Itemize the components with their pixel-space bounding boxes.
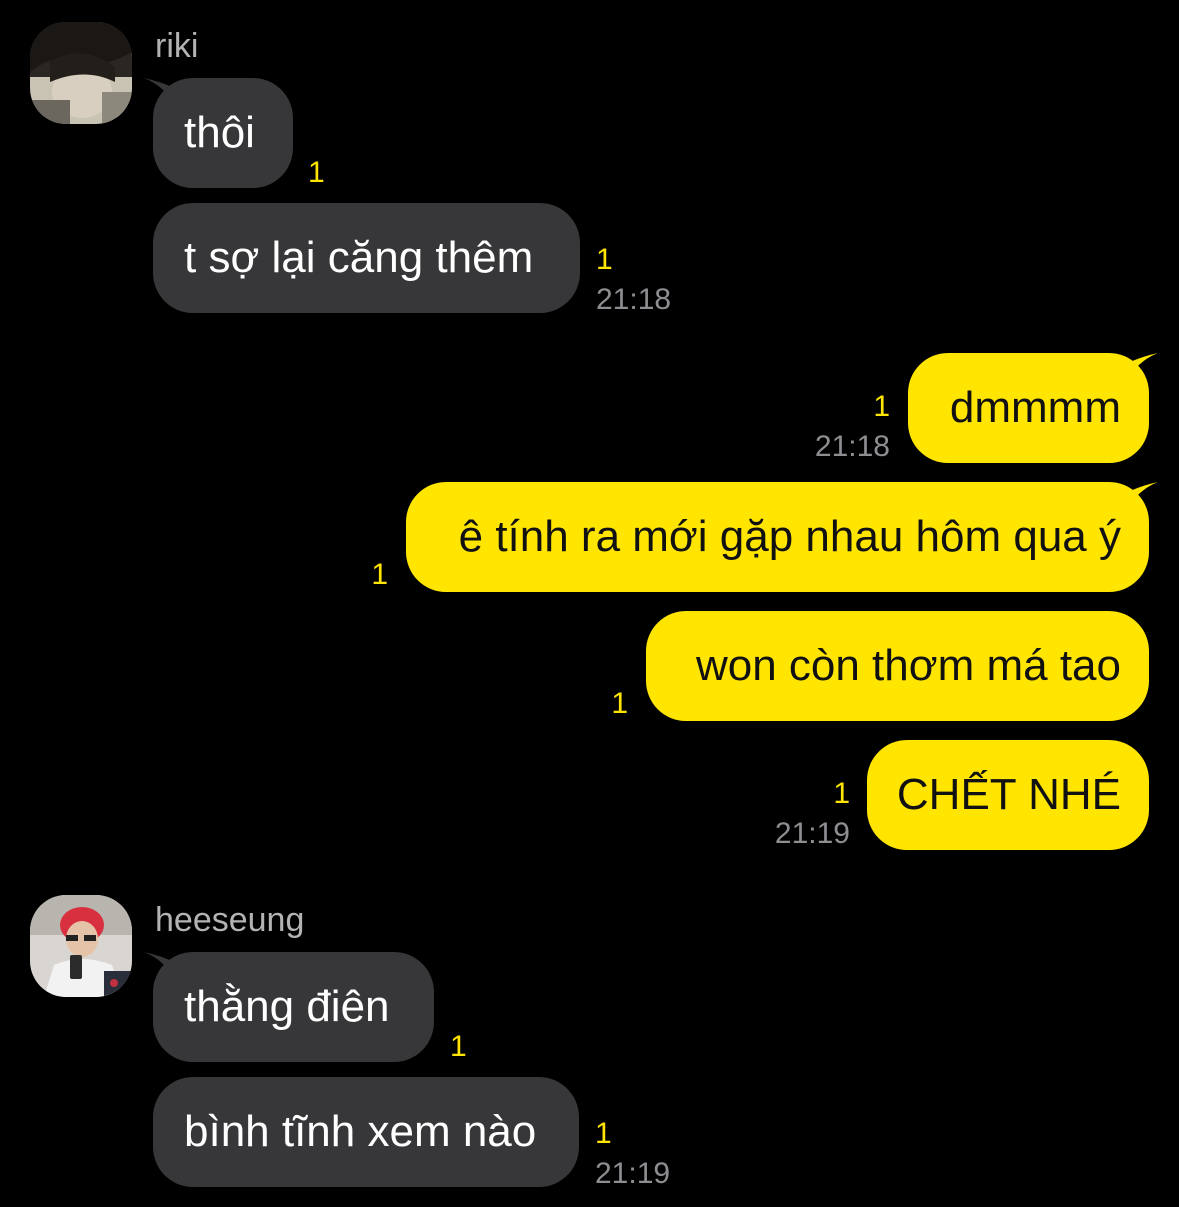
message-time: 21:18 [814,430,890,463]
message-bubble[interactable]: bình tĩnh xem nào [153,1077,579,1187]
avatar-heeseung[interactable] [30,895,132,997]
unread-count: 1 [595,1117,612,1150]
unread-count: 1 [450,1030,467,1063]
message-bubble[interactable]: t sợ lại căng thêm [153,203,580,313]
sender-name: heeseung [155,901,305,939]
avatar-riki[interactable] [30,22,132,124]
message-bubble[interactable]: thằng điên [153,952,434,1062]
unread-count: 1 [596,243,613,276]
message-time: 21:19 [774,817,850,850]
unread-count: 1 [873,390,890,423]
message-bubble[interactable]: won còn thơm má tao [646,611,1149,721]
message-time: 21:18 [596,283,672,316]
unread-count: 1 [308,156,325,189]
message-bubble[interactable]: dmmmm [908,353,1149,463]
message-bubble[interactable]: thôi [153,78,293,188]
message-time: 21:19 [595,1157,671,1190]
message-bubble[interactable]: ê tính ra mới gặp nhau hôm qua ý [406,482,1149,592]
message-bubble[interactable]: CHẾT NHÉ [867,740,1149,850]
unread-count: 1 [371,558,388,591]
unread-count: 1 [611,687,628,720]
sender-name: riki [155,27,199,65]
unread-count: 1 [833,777,850,810]
